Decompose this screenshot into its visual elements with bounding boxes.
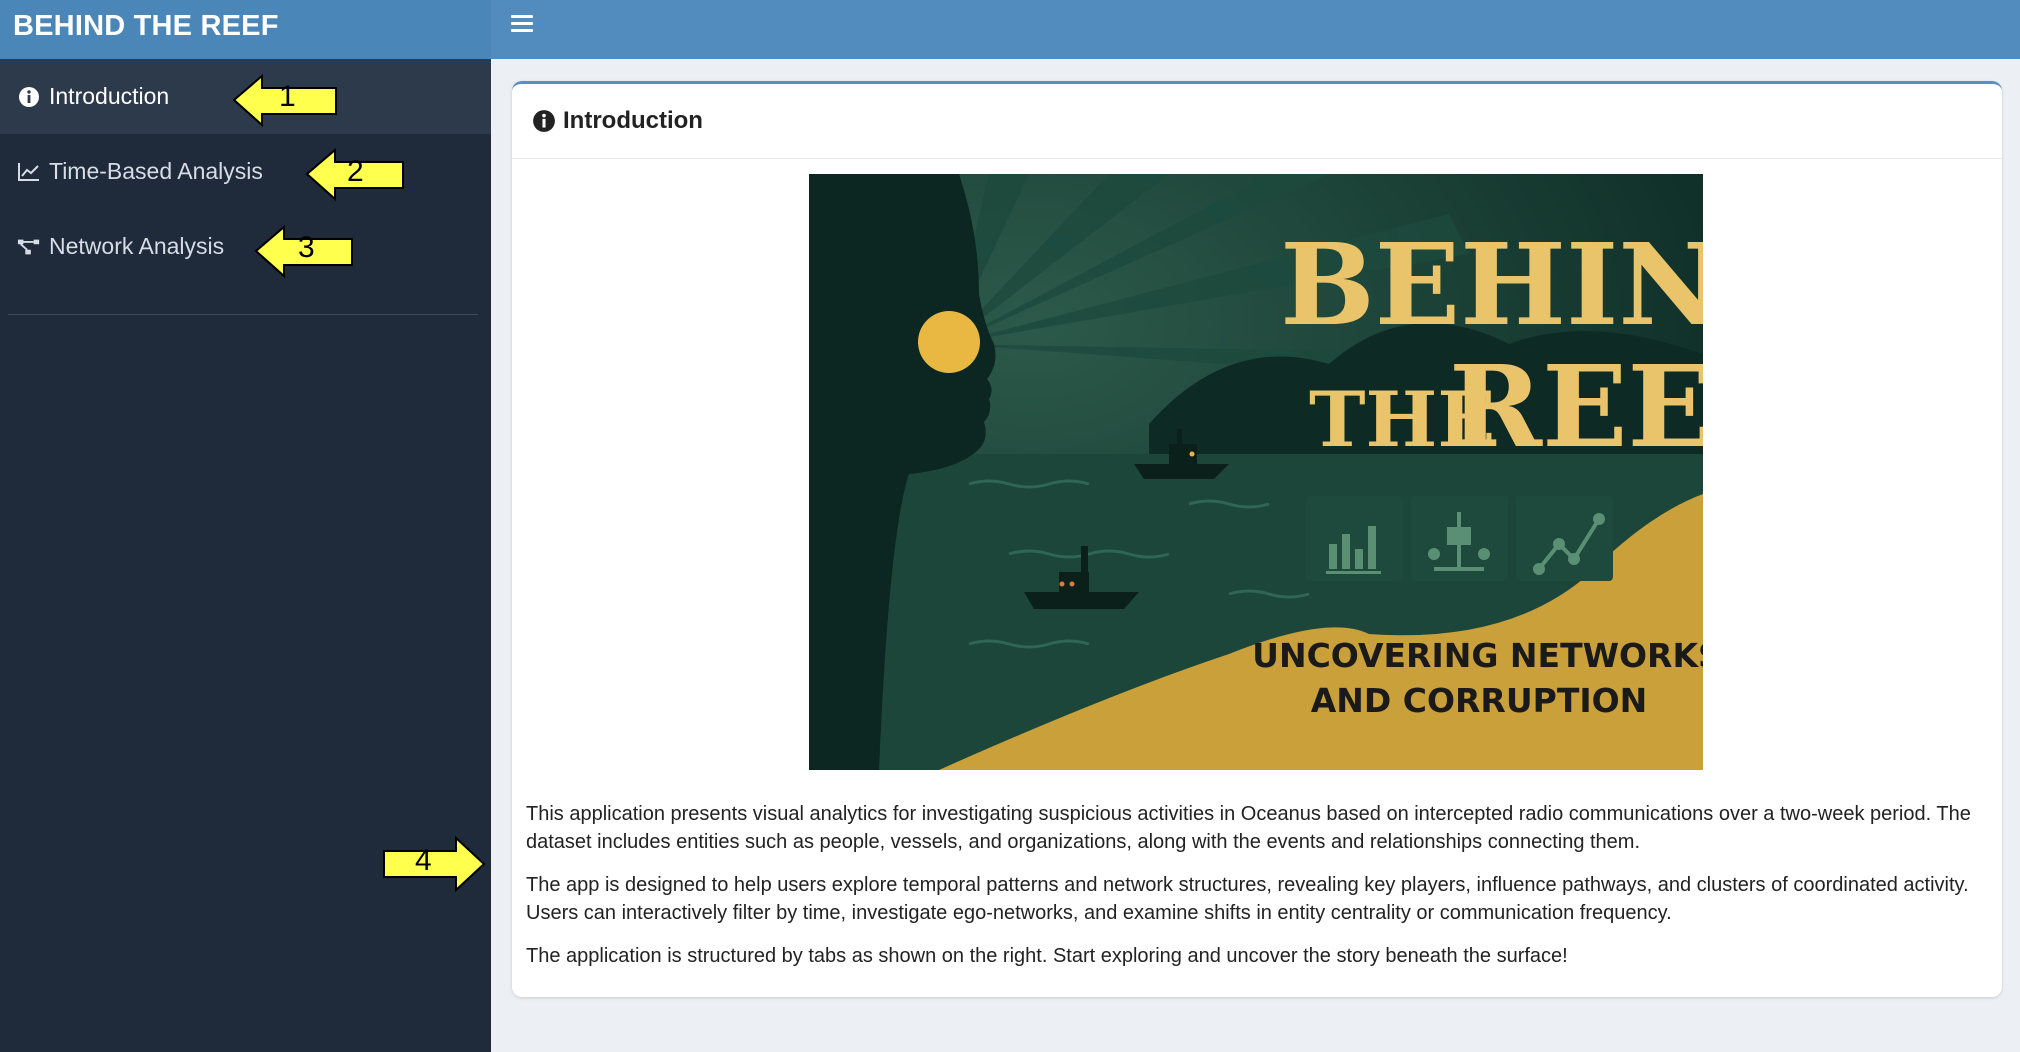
introduction-box: Introduction BEHIN THE REE UNCOVERING NE…	[512, 81, 2002, 997]
top-navbar	[491, 0, 2020, 59]
sidebar-divider	[8, 314, 478, 315]
annotation-label: 2	[347, 155, 364, 188]
sidebar-item-time-based-analysis[interactable]: Time-Based Analysis	[0, 134, 491, 209]
sidebar-item-label: Introduction	[49, 83, 170, 109]
info-circle-icon	[532, 109, 556, 133]
sidebar-item-label: Network Analysis	[49, 233, 225, 259]
intro-paragraph: The application is structured by tabs as…	[526, 945, 1568, 967]
annotation-arrow-right	[383, 836, 486, 892]
box-header: Introduction	[512, 84, 2002, 159]
network-icon	[17, 235, 41, 259]
sidebar-toggle-icon[interactable]	[511, 15, 533, 35]
poster-title-reef: REEF	[1449, 342, 1703, 473]
annotation-label: 3	[298, 231, 315, 264]
annotation-label: 4	[415, 844, 432, 877]
poster-subtitle-line2: AND CORRUPTION	[1311, 681, 1648, 720]
intro-paragraph: This application presents visual analyti…	[526, 803, 1971, 853]
sidebar: Introduction Time-Based Analysis Network…	[0, 59, 491, 1052]
info-circle-icon	[17, 85, 41, 109]
sidebar-item-label: Time-Based Analysis	[49, 158, 263, 184]
annotation-label: 1	[279, 80, 296, 113]
line-chart-icon	[17, 160, 41, 184]
sidebar-item-network-analysis[interactable]: Network Analysis	[0, 209, 491, 284]
intro-paragraph: The app is designed to help users explor…	[526, 874, 1969, 924]
app-title: BEHIND THE REEF	[0, 0, 491, 59]
poster-subtitle-line1: UNCOVERING NETWORKS	[1252, 636, 1703, 675]
box-title: Introduction	[563, 107, 703, 134]
behind-the-reef-poster-image: BEHIND THE REEF UNCOVERING NETWORKS AND …	[809, 174, 1703, 770]
poster-title-line1: BEHIND	[1280, 220, 1703, 351]
